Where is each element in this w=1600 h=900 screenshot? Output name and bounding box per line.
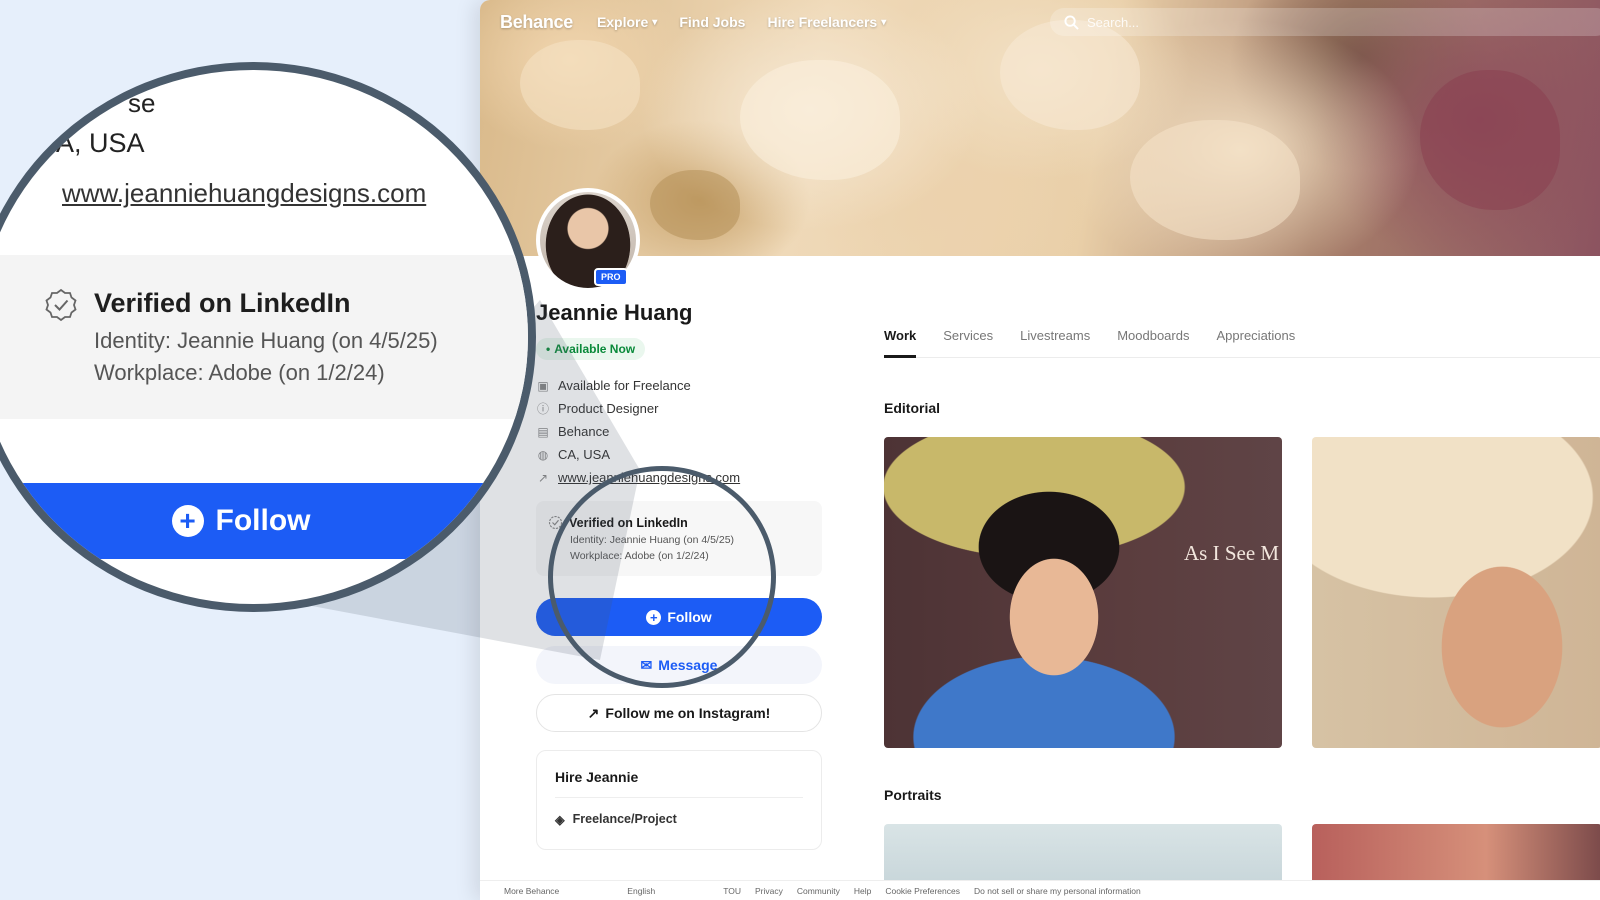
- footer-language[interactable]: English: [627, 886, 655, 896]
- project-thumbnail[interactable]: As I See M: [884, 437, 1282, 748]
- availability-badge: • Available Now: [536, 338, 646, 360]
- briefcase-icon: ▣: [537, 378, 549, 393]
- footer-more-behance[interactable]: More Behance: [504, 886, 559, 896]
- project-thumbnail[interactable]: [1312, 824, 1600, 884]
- tab-work[interactable]: Work: [884, 324, 917, 358]
- footer-help[interactable]: Help: [854, 886, 871, 896]
- pro-badge: PRO: [594, 268, 628, 286]
- footer-privacy[interactable]: Privacy: [755, 886, 783, 896]
- footer-tou[interactable]: TOU: [723, 886, 741, 896]
- cover-petal: [520, 40, 640, 130]
- zoom-verified-title: Verified on LinkedIn: [94, 288, 351, 318]
- nav-hire-freelancers[interactable]: Hire Freelancers ▾: [767, 14, 886, 30]
- behance-logo[interactable]: Behance: [500, 12, 573, 33]
- zoom-website-link[interactable]: www.jeanniehuangdesigns.com: [62, 178, 426, 209]
- zoom-target-ring: [548, 466, 776, 688]
- footer-cookie-preferences[interactable]: Cookie Preferences: [885, 886, 960, 896]
- external-link-icon: ↗: [587, 704, 600, 721]
- zoom-verified-workplace: Workplace: Adobe (on 1/2/24): [94, 360, 385, 385]
- behance-profile-window: Behance Explore ▾ Find Jobs Hire Freelanc…: [480, 0, 1600, 900]
- instagram-button[interactable]: ↗ Follow me on Instagram!: [536, 694, 822, 732]
- detail-company: ▤ Behance: [537, 424, 610, 439]
- hire-title: Hire Jeannie: [555, 769, 803, 798]
- info-icon: ⓘ: [536, 402, 549, 416]
- footer-community[interactable]: Community: [797, 886, 840, 896]
- cover-petal: [1130, 120, 1300, 240]
- chevron-down-icon: ▾: [881, 16, 887, 28]
- nav-find-jobs[interactable]: Find Jobs: [679, 14, 745, 30]
- tab-moodboards[interactable]: Moodboards: [1117, 324, 1189, 358]
- link-icon: ↗: [537, 470, 549, 485]
- cover-petal: [650, 170, 740, 240]
- cover-petal: [1420, 70, 1560, 210]
- section-editorial: Editorial: [884, 400, 941, 416]
- zoom-verified-identity: Identity: Jeannie Huang (on 4/5/25): [94, 328, 438, 353]
- profile-name: Jeannie Huang: [536, 300, 693, 325]
- globe-icon: ◍: [537, 447, 549, 462]
- tab-appreciations[interactable]: Appreciations: [1216, 324, 1295, 358]
- project-thumbnail[interactable]: [884, 824, 1282, 884]
- project-thumbnail[interactable]: [1312, 437, 1600, 748]
- search-bar[interactable]: [1050, 8, 1600, 36]
- top-navigation: Behance Explore ▾ Find Jobs Hire Freelanc…: [480, 0, 1600, 44]
- tab-livestreams[interactable]: Livestreams: [1020, 324, 1090, 358]
- zoom-company-fragment: se: [128, 88, 156, 118]
- detail-freelance: ▣ Available for Freelance: [537, 378, 691, 393]
- hire-option[interactable]: ◈ Freelance/Project: [555, 812, 803, 827]
- tag-icon: ◈: [555, 813, 565, 827]
- detail-role: ⓘ Product Designer: [536, 401, 659, 416]
- chevron-down-icon: ▾: [652, 16, 658, 28]
- verified-badge-icon: [45, 288, 77, 322]
- section-portraits: Portraits: [884, 787, 942, 803]
- dot-icon: •: [546, 342, 551, 356]
- cover-petal: [740, 60, 900, 180]
- zoom-follow-button[interactable]: + Follow: [0, 483, 528, 559]
- building-icon: ▤: [537, 424, 549, 439]
- nav-explore[interactable]: Explore ▾: [597, 14, 657, 30]
- thumbnail-overlay-text: As I See M: [1184, 541, 1280, 565]
- detail-location: ◍ CA, USA: [537, 447, 611, 462]
- magnifier-callout: se A, USA www.jeanniehuangdesigns.com Ve…: [0, 62, 536, 612]
- footer: More Behance English TOU Privacy Communi…: [480, 880, 1600, 900]
- footer-do-not-sell[interactable]: Do not sell or share my personal informa…: [974, 886, 1141, 896]
- zoom-location: A, USA: [56, 128, 145, 158]
- profile-tabs: Work Services Livestreams Moodboards App…: [884, 324, 1600, 358]
- search-icon: [1064, 14, 1079, 30]
- search-input[interactable]: [1087, 14, 1487, 30]
- plus-circle-icon: +: [171, 505, 204, 537]
- hire-card: Hire Jeannie ◈ Freelance/Project: [536, 750, 822, 850]
- tab-services[interactable]: Services: [943, 324, 993, 358]
